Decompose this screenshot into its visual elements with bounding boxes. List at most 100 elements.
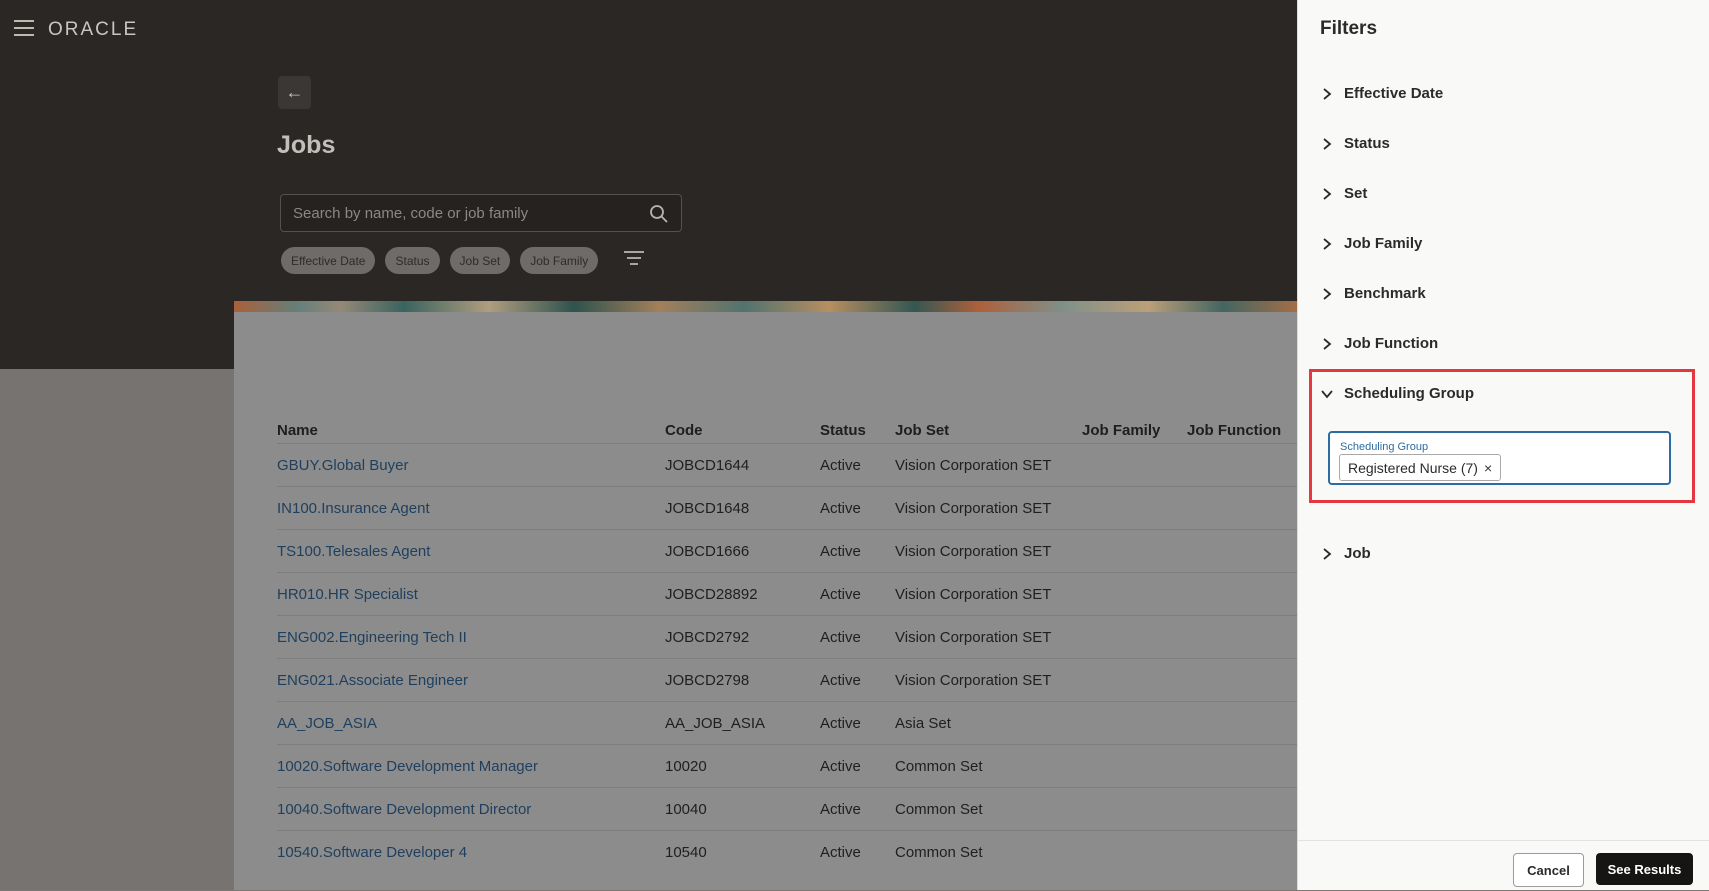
- decorative-banner: [234, 301, 1297, 312]
- header-code[interactable]: Code: [665, 417, 820, 444]
- table-row[interactable]: ENG021.Associate Engineer JOBCD2798 Active…: [277, 658, 1307, 702]
- job-status: Active: [820, 529, 895, 573]
- job-code: 10040: [665, 787, 820, 831]
- job-set: Vision Corporation SET: [895, 486, 1082, 530]
- filters-drawer: Filters Effective Date Status Set Job Fa…: [1297, 0, 1709, 890]
- table-row[interactable]: 10540.Software Developer 4 10540 Active Com…: [277, 830, 1307, 873]
- page-title: Jobs: [277, 131, 336, 159]
- job-status: Active: [820, 701, 895, 745]
- table-row[interactable]: TS100.Telesales Agent JOBCD1666 Active Visi…: [277, 529, 1307, 573]
- table-row[interactable]: 10020.Software Development Manager 10020 A…: [277, 744, 1307, 788]
- table-row[interactable]: HR010.HR Specialist JOBCD28892 Active Visio…: [277, 572, 1307, 616]
- chip-effective-date[interactable]: Effective Date: [281, 247, 376, 274]
- job-name-link[interactable]: AA_JOB_ASIA: [277, 701, 665, 745]
- job-name-link[interactable]: ENG002.Engineering Tech II: [277, 615, 665, 659]
- filter-section-status[interactable]: Status: [1320, 135, 1390, 152]
- table-row[interactable]: IN100.Insurance Agent JOBCD1648 Active Visi…: [277, 486, 1307, 530]
- filter-section-label: Scheduling Group: [1344, 385, 1474, 402]
- search-input[interactable]: Search by name, code or job family: [280, 194, 682, 232]
- job-family: [1082, 744, 1187, 788]
- header-job-function[interactable]: Job Function: [1187, 417, 1307, 444]
- see-results-button[interactable]: See Results: [1596, 853, 1693, 885]
- chip-status[interactable]: Status: [385, 247, 440, 274]
- job-code: 10020: [665, 744, 820, 788]
- drawer-footer: Cancel See Results: [1298, 840, 1709, 891]
- job-family: [1082, 787, 1187, 831]
- header-name[interactable]: Name: [277, 417, 665, 444]
- table-row[interactable]: ENG002.Engineering Tech II JOBCD2792 Activ…: [277, 615, 1307, 659]
- job-status: Active: [820, 443, 895, 487]
- selected-value-label: Registered Nurse (7): [1348, 459, 1478, 476]
- chevron-down-icon: [1321, 389, 1333, 398]
- filters-title: Filters: [1320, 18, 1378, 39]
- job-status: Active: [820, 830, 895, 873]
- filter-section-effective-date[interactable]: Effective Date: [1320, 85, 1443, 102]
- selected-value-chip: Registered Nurse (7) ×: [1339, 454, 1502, 481]
- job-name-link[interactable]: IN100.Insurance Agent: [277, 486, 665, 530]
- job-code: JOBCD2798: [665, 658, 820, 702]
- chip-job-set[interactable]: Job Set: [449, 247, 511, 274]
- filter-section-scheduling-group[interactable]: Scheduling Group: [1320, 385, 1474, 402]
- job-function: [1187, 701, 1307, 745]
- job-name-link[interactable]: GBUY.Global Buyer: [277, 443, 665, 487]
- chip-job-family[interactable]: Job Family: [520, 247, 599, 274]
- job-function: [1187, 658, 1307, 702]
- job-family: [1082, 701, 1187, 745]
- filter-section-job-family[interactable]: Job Family: [1320, 235, 1422, 252]
- cancel-button[interactable]: Cancel: [1513, 853, 1584, 887]
- job-family: [1082, 615, 1187, 659]
- filter-section-benchmark[interactable]: Benchmark: [1320, 285, 1426, 302]
- table-row[interactable]: GBUY.Global Buyer JOBCD1644 Active Vision C…: [277, 443, 1307, 487]
- chevron-right-icon: [1323, 137, 1332, 150]
- job-name-link[interactable]: 10040.Software Development Director: [277, 787, 665, 831]
- filter-section-set[interactable]: Set: [1320, 185, 1367, 202]
- job-name-link[interactable]: 10540.Software Developer 4: [277, 830, 665, 873]
- remove-chip-icon[interactable]: ×: [1484, 460, 1492, 476]
- filter-section-label: Effective Date: [1344, 85, 1444, 102]
- header-job-set[interactable]: Job Set: [895, 417, 1082, 444]
- filter-section-job[interactable]: Job: [1320, 545, 1371, 562]
- header-job-family[interactable]: Job Family: [1082, 417, 1187, 444]
- job-name-link[interactable]: ENG021.Associate Engineer: [277, 658, 665, 702]
- job-function: [1187, 787, 1307, 831]
- job-family: [1082, 443, 1187, 487]
- table-header-row: Name Code Status Job Set Job Family Job …: [277, 417, 1307, 444]
- job-code: JOBCD1648: [665, 486, 820, 530]
- chevron-right-icon: [1323, 87, 1332, 100]
- header-status[interactable]: Status: [820, 417, 895, 444]
- job-status: Active: [820, 744, 895, 788]
- search-placeholder: Search by name, code or job family: [293, 205, 529, 222]
- job-name-link[interactable]: TS100.Telesales Agent: [277, 529, 665, 573]
- job-set: Vision Corporation SET: [895, 529, 1082, 573]
- job-function: [1187, 830, 1307, 873]
- chevron-right-icon: [1323, 237, 1332, 250]
- job-code: JOBCD1644: [665, 443, 820, 487]
- job-function: [1187, 572, 1307, 616]
- job-name-link[interactable]: 10020.Software Development Manager: [277, 744, 665, 788]
- scheduling-group-field-label: Scheduling Group: [1340, 441, 1429, 453]
- chevron-right-icon: [1323, 187, 1332, 200]
- filter-icon[interactable]: [624, 251, 644, 269]
- job-name-link[interactable]: HR010.HR Specialist: [277, 572, 665, 616]
- table-row[interactable]: AA_JOB_ASIA AA_JOB_ASIA Active Asia Set: [277, 701, 1307, 745]
- filter-section-label: Job Family: [1344, 235, 1423, 252]
- table-row[interactable]: 10040.Software Development Director 10040…: [277, 787, 1307, 831]
- job-set: Asia Set: [895, 701, 1082, 745]
- job-function: [1187, 529, 1307, 573]
- filter-chips: Effective Date Status Job Set Job Family: [281, 247, 599, 274]
- job-family: [1082, 486, 1187, 530]
- job-set: Vision Corporation SET: [895, 658, 1082, 702]
- scheduling-group-input[interactable]: Scheduling Group Registered Nurse (7) ×: [1328, 431, 1671, 485]
- filter-section-label: Job Function: [1344, 335, 1439, 352]
- chevron-right-icon: [1323, 287, 1332, 300]
- job-status: Active: [820, 572, 895, 616]
- filter-section-job-function[interactable]: Job Function: [1320, 335, 1438, 352]
- oracle-logo: ORACLE: [48, 19, 139, 40]
- job-set: Vision Corporation SET: [895, 615, 1082, 659]
- hamburger-menu-icon[interactable]: [14, 20, 34, 36]
- job-set: Common Set: [895, 787, 1082, 831]
- job-code: JOBCD28892: [665, 572, 820, 616]
- search-icon[interactable]: [649, 204, 669, 224]
- back-button[interactable]: ←: [278, 76, 311, 109]
- job-family: [1082, 572, 1187, 616]
